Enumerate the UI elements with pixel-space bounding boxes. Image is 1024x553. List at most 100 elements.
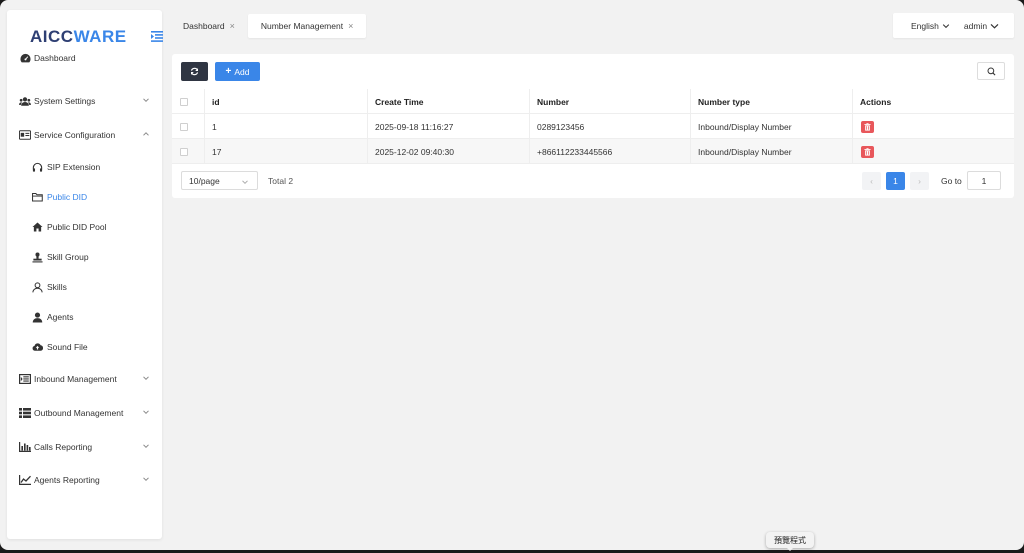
chevron-down-icon <box>142 475 150 483</box>
dock-tooltip-arrow <box>786 547 794 551</box>
chevron-down-icon <box>142 374 150 382</box>
goto-label: Go to <box>941 176 962 186</box>
sidebar-subitem-label: Public DID Pool <box>47 222 107 232</box>
cell-number-type: Inbound/Display Number <box>698 121 792 132</box>
sidebar-item-agents-reporting[interactable]: Agents Reporting <box>7 469 162 491</box>
refresh-icon <box>190 67 199 76</box>
close-icon[interactable]: × <box>230 21 235 31</box>
user-outline-icon <box>32 281 43 293</box>
cell-create-time: 2025-12-02 09:40:30 <box>375 146 454 157</box>
home-icon <box>32 222 43 233</box>
sidebar-item-dashboard[interactable]: Dashboard <box>7 47 162 69</box>
number-management-panel: + Add id Create Time Number Number type … <box>172 54 1014 198</box>
sidebar-toggle-icon[interactable] <box>151 29 163 42</box>
cloud-upload-icon <box>32 342 43 353</box>
sidebar-item-service-configuration[interactable]: Service Configuration <box>7 124 162 146</box>
table-row: 1 2025-09-18 11:16:27 0289123456 Inbound… <box>172 114 1014 139</box>
page-size-value: 10/page <box>189 175 220 186</box>
sidebar-item-label: Outbound Management <box>34 408 124 418</box>
sidebar-subitem-sip-extension[interactable]: SIP Extension <box>7 157 162 177</box>
indent-icon <box>19 373 31 385</box>
sidebar-subitem-sound-file[interactable]: Sound File <box>7 337 162 357</box>
tab-number-management[interactable]: Number Management × <box>247 14 367 38</box>
app-window: AICCWARE Dashboard System Settings Servi… <box>0 0 1024 550</box>
sidebar-subitem-agents[interactable]: Agents <box>7 307 162 327</box>
header-user-box: English admin <box>893 13 1014 38</box>
search-icon <box>986 66 995 75</box>
headset-icon <box>32 162 43 173</box>
sidebar-item-label: System Settings <box>34 96 96 106</box>
users-icon <box>19 95 31 107</box>
sidebar-item-label: Service Configuration <box>34 130 116 140</box>
search-button[interactable] <box>977 62 1005 80</box>
cell-id: 1 <box>212 121 217 132</box>
column-header-create-time[interactable]: Create Time <box>375 89 424 114</box>
sidebar-item-label: Calls Reporting <box>34 442 93 452</box>
sidebar-subitem-label: Agents <box>47 312 74 322</box>
delete-button[interactable] <box>861 120 874 133</box>
tab-label: Number Management <box>260 21 344 31</box>
trash-icon <box>864 147 871 156</box>
language-label: English <box>911 20 939 31</box>
column-header-number-type[interactable]: Number type <box>698 89 750 114</box>
dock-tooltip: 預覽程式 <box>766 532 814 548</box>
chevron-down-icon <box>241 178 249 188</box>
sidebar-item-system-settings[interactable]: System Settings <box>7 90 162 112</box>
sidebar-subitem-label: Public DID <box>47 192 88 202</box>
folder-icon <box>32 192 43 203</box>
column-header-number[interactable]: Number <box>537 89 569 114</box>
delete-button[interactable] <box>861 145 874 158</box>
chevron-down-icon <box>142 408 150 416</box>
cell-number-type: Inbound/Display Number <box>698 146 792 157</box>
chevron-down-icon <box>942 23 950 28</box>
prev-page-button[interactable]: ‹ <box>862 172 881 190</box>
table-row: 17 2025-12-02 09:40:30 +866112233445566 … <box>172 139 1014 164</box>
add-button-label: Add <box>234 66 250 77</box>
column-header-id[interactable]: id <box>212 89 220 114</box>
add-button[interactable]: + Add <box>215 62 260 81</box>
sidebar-subitem-public-did-pool[interactable]: Public DID Pool <box>7 217 162 237</box>
next-page-button[interactable]: › <box>910 172 929 190</box>
sidebar-subitem-label: Skill Group <box>47 252 89 262</box>
list-icon <box>19 407 31 419</box>
total-count: Total 2 <box>268 175 294 186</box>
sidebar-subitem-skills[interactable]: Skills <box>7 277 162 297</box>
language-selector[interactable]: English <box>911 21 950 31</box>
user-menu[interactable]: admin <box>964 21 999 31</box>
stamp-icon <box>32 252 43 263</box>
logo: AICCWARE <box>30 27 127 46</box>
page-number-button[interactable]: 1 <box>886 172 905 190</box>
sidebar-item-calls-reporting[interactable]: Calls Reporting <box>7 436 162 458</box>
tab-dashboard[interactable]: Dashboard × <box>170 14 248 38</box>
select-all-checkbox[interactable] <box>180 89 188 114</box>
refresh-button[interactable] <box>181 62 208 81</box>
chevron-down-icon <box>990 23 999 29</box>
cell-create-time: 2025-09-18 11:16:27 <box>375 121 454 132</box>
sidebar-item-label: Inbound Management <box>34 374 117 384</box>
sidebar-subitem-skill-group[interactable]: Skill Group <box>7 247 162 267</box>
sidebar-item-inbound-management[interactable]: Inbound Management <box>7 368 162 390</box>
sidebar: AICCWARE Dashboard System Settings Servi… <box>7 10 163 539</box>
chevron-down-icon <box>142 442 150 450</box>
sidebar-subitem-public-did[interactable]: Public DID <box>7 187 162 207</box>
close-icon[interactable]: × <box>348 21 353 31</box>
user-icon <box>32 312 43 323</box>
chevron-down-icon <box>142 96 150 104</box>
column-header-actions: Actions <box>860 96 892 107</box>
page-size-select[interactable]: 10/page <box>181 171 258 190</box>
bar-chart-icon <box>19 441 31 453</box>
plus-icon: + <box>225 66 232 77</box>
row-checkbox[interactable] <box>180 139 188 164</box>
dashboard-icon <box>19 52 31 64</box>
cell-number: +866112233445566 <box>537 146 613 157</box>
tab-bar: Dashboard × Number Management × <box>170 14 367 38</box>
user-name: admin <box>963 20 988 31</box>
sidebar-subitem-label: Sound File <box>47 342 88 352</box>
table-header-row: id Create Time Number Number type Action… <box>172 89 1014 114</box>
sidebar-subitem-label: Skills <box>47 282 67 292</box>
tab-label: Dashboard <box>183 21 225 31</box>
sidebar-item-label: Agents Reporting <box>34 475 100 485</box>
row-checkbox[interactable] <box>180 114 188 139</box>
sidebar-item-outbound-management[interactable]: Outbound Management <box>7 402 162 424</box>
goto-page-input[interactable]: 1 <box>967 171 1001 190</box>
